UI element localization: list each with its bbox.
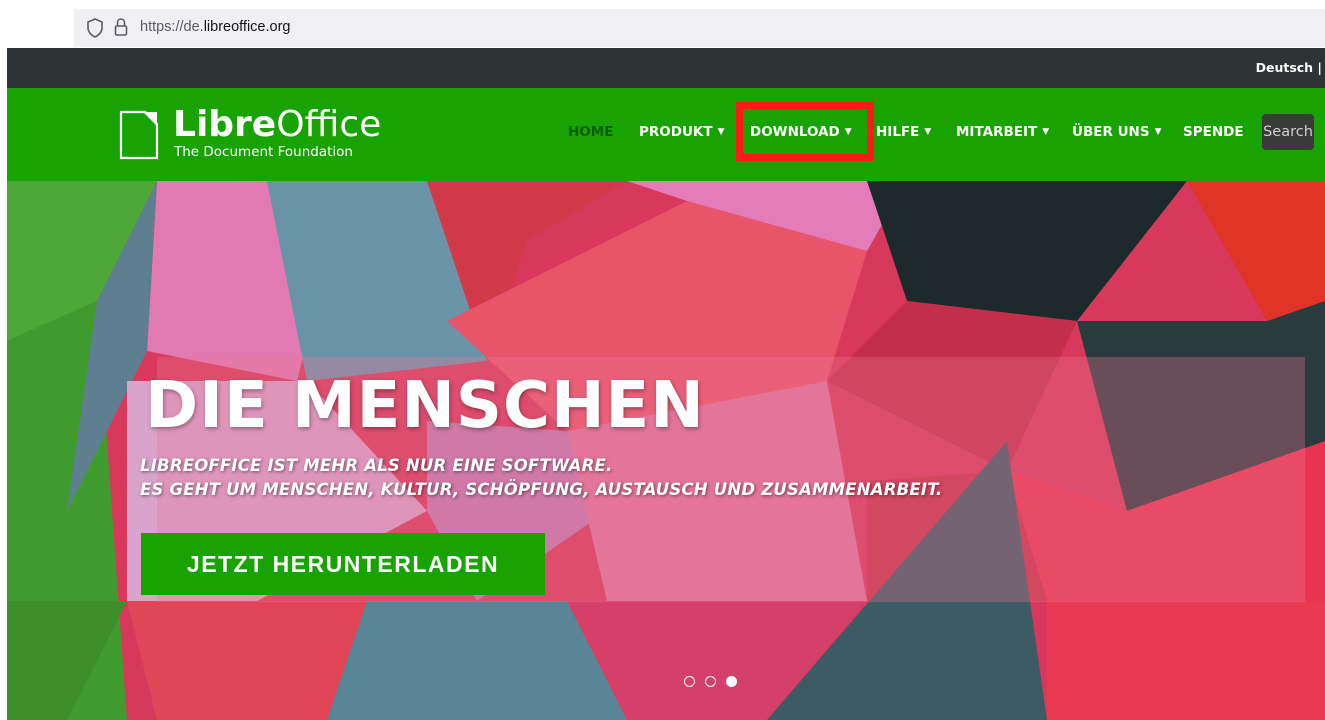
site-header: LibreOffice The Document Foundation HOME… [7,88,1325,181]
carousel-indicators [684,676,744,690]
hero-subtitle-line-2: ES GEHT UM MENSCHEN, KULTUR, SCHÖPFUNG, … [140,480,943,499]
url-prefix: https://de. [140,19,204,35]
address-field[interactable]: https://de.libreoffice.org [74,9,1325,47]
search-button[interactable]: Search [1262,114,1314,150]
chevron-down-icon: ▼ [924,127,932,137]
hero-title: DIE MENSCHEN [145,369,705,443]
hero-banner: DIE MENSCHEN LIBREOFFICE IST MEHR ALS NU… [7,181,1325,720]
nav-item-hilfe-label: HILFE [876,124,920,140]
nav-item-mitarbeit-label: MITARBEIT [956,124,1038,140]
browser-url-bar: https://de.libreoffice.org [0,0,1325,48]
url-domain: libreoffice.org [203,19,291,35]
nav-item-ueber-uns-label: ÜBER UNS [1072,124,1150,140]
lock-icon[interactable] [114,18,128,36]
chevron-down-icon: ▼ [1154,127,1162,137]
chevron-down-icon: ▼ [1042,127,1050,137]
carousel-dot-2[interactable] [705,676,716,687]
carousel-dot-1[interactable] [684,676,695,687]
download-now-button[interactable]: JETZT HERUNTERLADEN [141,533,545,595]
nav-item-produkt[interactable]: PRODUKT ▼ [639,124,725,140]
nav-item-home[interactable]: HOME [568,124,613,140]
nav-item-spende[interactable]: SPENDE [1183,124,1244,140]
nav-item-spende-label: SPENDE [1183,124,1244,140]
carousel-dot-3[interactable] [726,676,737,687]
nav-item-ueber-uns[interactable]: ÜBER UNS ▼ [1072,124,1161,140]
language-bar: Deutsch | [7,48,1325,88]
chevron-down-icon: ▼ [717,127,725,137]
language-selector[interactable]: Deutsch | [1256,60,1322,75]
hero-subtitle-line-1: LIBREOFFICE IST MEHR ALS NUR EINE SOFTWA… [140,456,613,475]
shield-icon[interactable] [86,18,104,38]
nav-item-hilfe[interactable]: HILFE ▼ [876,124,931,140]
nav-item-produkt-label: PRODUKT [639,124,713,140]
nav-item-home-label: HOME [568,124,614,140]
download-highlight-box [736,102,874,161]
main-navigation: HOME PRODUKT ▼ DOWNLOAD ▼ HILFE ▼ MITARBEIT… [7,88,1325,181]
nav-item-mitarbeit[interactable]: MITARBEIT ▼ [956,124,1049,140]
url-text[interactable]: https://de.libreoffice.org [140,19,290,35]
